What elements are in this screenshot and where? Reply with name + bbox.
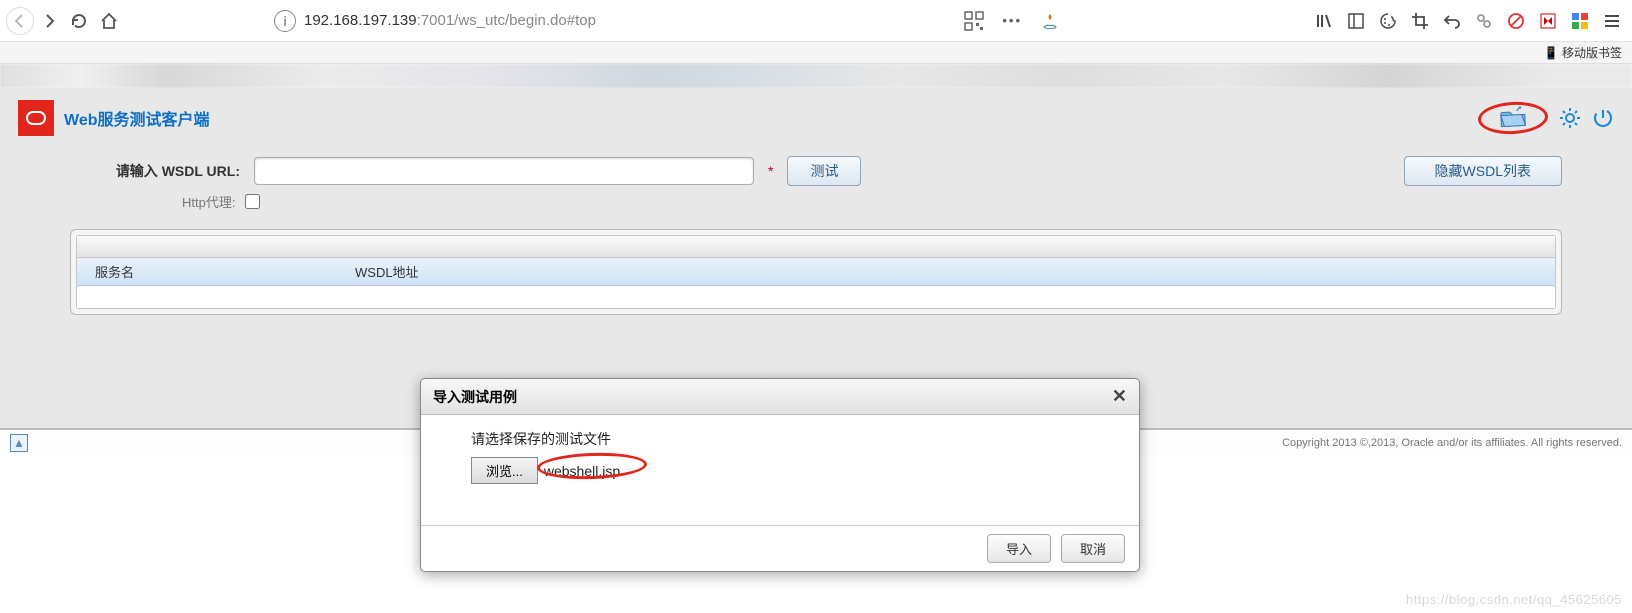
required-indicator: *: [768, 163, 773, 179]
hide-wsdl-list-button[interactable]: 隐藏WSDL列表: [1404, 156, 1562, 186]
redacted-tab-strip: [0, 64, 1632, 88]
site-info-icon[interactable]: i: [274, 10, 296, 32]
url-text: 192.168.197.139:7001/ws_utc/begin.do#top: [304, 12, 596, 29]
palette-icon[interactable]: [1374, 7, 1402, 35]
crop-icon[interactable]: [1406, 7, 1434, 35]
table-header: 服务名 WSDL地址: [77, 258, 1555, 286]
watermark-text: https://blog.csdn.net/qq_45625605: [1406, 592, 1622, 607]
import-button[interactable]: 导入: [987, 534, 1051, 563]
app-header: Web服务测试客户端: [0, 88, 1632, 148]
wsdl-url-label: 请输入 WSDL URL:: [70, 161, 240, 181]
extension-icon[interactable]: [1566, 7, 1594, 35]
java-icon: [1036, 7, 1064, 35]
reload-button[interactable]: [64, 6, 94, 36]
dialog-body: 请选择保存的测试文件 浏览... webshell.jsp: [421, 415, 1139, 525]
dialog-close-icon[interactable]: ✕: [1112, 386, 1127, 407]
dialog-titlebar[interactable]: 导入测试用例 ✕: [421, 379, 1139, 415]
toolbar-right: [1310, 7, 1626, 35]
cancel-button[interactable]: 取消: [1061, 534, 1125, 563]
library-icon[interactable]: [1310, 7, 1338, 35]
dialog-title: 导入测试用例: [433, 387, 517, 407]
table-body-empty: [77, 286, 1555, 308]
browse-button[interactable]: 浏览...: [471, 457, 538, 484]
qr-icon[interactable]: [960, 7, 988, 35]
dialog-footer: 导入 取消: [421, 525, 1139, 571]
logout-icon[interactable]: [1592, 107, 1614, 129]
http-proxy-checkbox[interactable]: [245, 194, 260, 209]
mobile-bookmarks-link[interactable]: 📱 移动版书签: [1544, 46, 1622, 60]
http-proxy-label: Http代理:: [182, 192, 235, 211]
wsdl-form: 请输入 WSDL URL: * 测试 隐藏WSDL列表 Http代理:: [0, 148, 1632, 225]
page-actions-icon[interactable]: •••: [1002, 13, 1022, 28]
dialog-prompt: 请选择保存的测试文件: [471, 429, 1099, 449]
home-button[interactable]: [94, 6, 124, 36]
nav-back-button[interactable]: [6, 7, 34, 35]
table-toolbar: [77, 236, 1555, 258]
copyright-text: Copyright 2013 ©,2013, Oracle and/or its…: [1282, 437, 1622, 449]
sidebar-icon[interactable]: [1342, 7, 1370, 35]
noscript-icon[interactable]: [1502, 7, 1530, 35]
import-folder-icon[interactable]: [1498, 106, 1527, 129]
address-bar[interactable]: i 192.168.197.139:7001/ws_utc/begin.do#t…: [274, 6, 1064, 36]
image-icon[interactable]: ▲: [10, 434, 28, 452]
highlight-annotation: [1477, 100, 1549, 136]
col-service-name: 服务名: [77, 262, 347, 281]
wsdl-table-container: 服务名 WSDL地址: [70, 229, 1562, 315]
selected-filename: webshell.jsp: [544, 463, 620, 479]
col-wsdl-address: WSDL地址: [347, 262, 1555, 281]
test-button[interactable]: 测试: [787, 156, 861, 186]
link-icon[interactable]: [1470, 7, 1498, 35]
import-dialog: 导入测试用例 ✕ 请选择保存的测试文件 浏览... webshell.jsp 导…: [420, 378, 1140, 572]
mcafee-icon[interactable]: [1534, 7, 1562, 35]
browser-toolbar: i 192.168.197.139:7001/ws_utc/begin.do#t…: [0, 0, 1632, 42]
wsdl-url-input[interactable]: [254, 157, 754, 185]
settings-icon[interactable]: [1558, 106, 1582, 130]
undo-icon[interactable]: [1438, 7, 1466, 35]
nav-forward-button[interactable]: [34, 6, 64, 36]
app-title: Web服务测试客户端: [64, 106, 210, 130]
menu-icon[interactable]: [1598, 7, 1626, 35]
page-content: Web服务测试客户端 请输入 WSDL URL: * 测试 隐藏WSDL列表 H…: [0, 88, 1632, 428]
bookmark-toolbar: 📱 移动版书签: [0, 42, 1632, 64]
oracle-logo-icon: [18, 100, 54, 136]
